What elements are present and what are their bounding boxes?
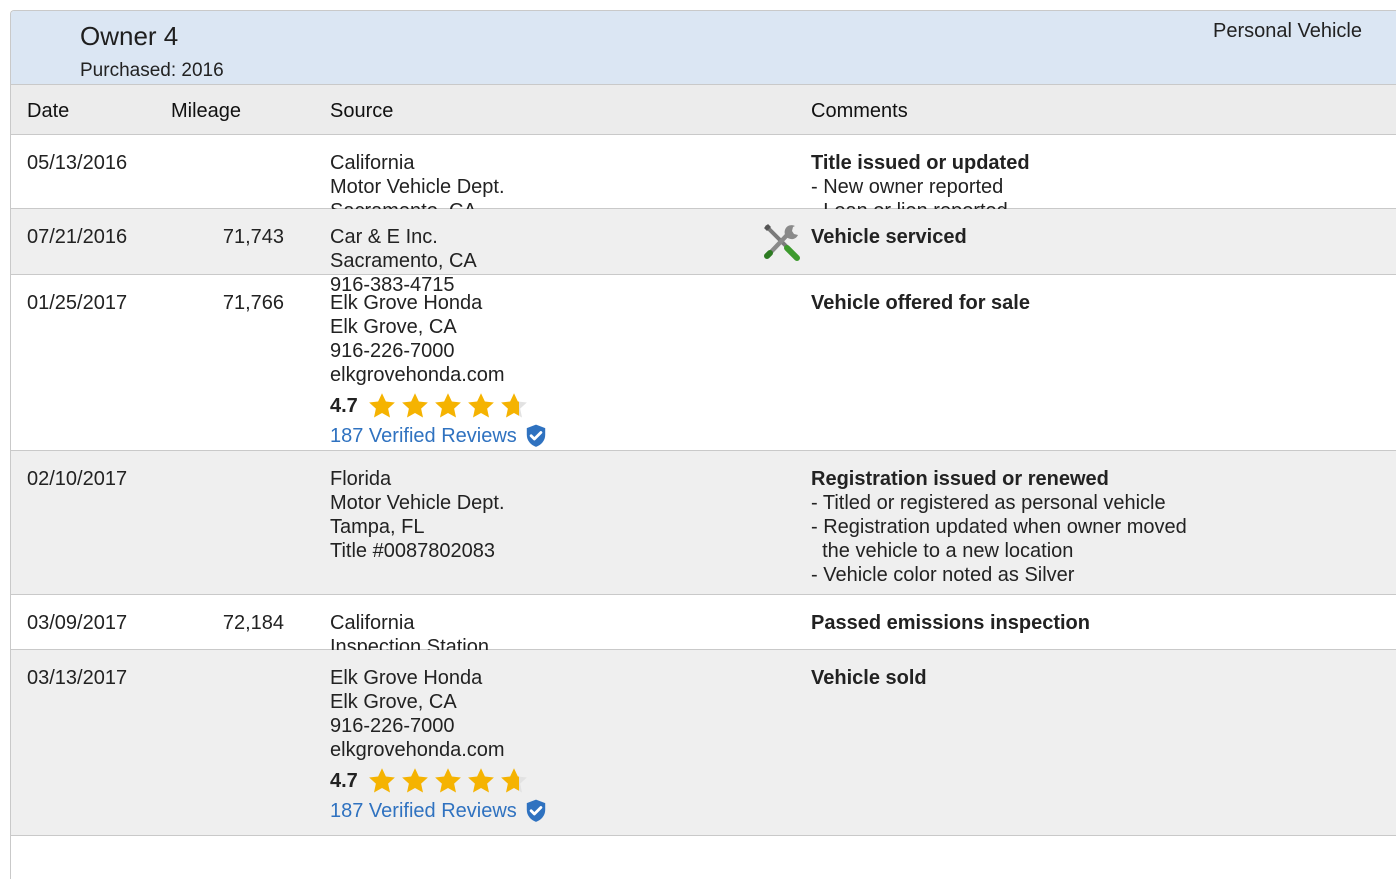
verified-reviews-link[interactable]: 187 Verified Reviews xyxy=(330,798,549,824)
source-line: Title #0087802083 xyxy=(330,540,495,562)
owner-vehicle-type: Personal Vehicle xyxy=(1213,20,1362,42)
comment-note: - Vehicle color noted as Silver xyxy=(811,564,1075,586)
source-line: Elk Grove Honda xyxy=(330,667,483,689)
table-row: 01/25/2017 71,766 Elk Grove Honda Elk Grove… xyxy=(11,275,1396,451)
comment-headline: Title issued or updated xyxy=(811,152,1030,174)
table-row: 07/21/2016 71,743 Car & E Inc. Sacramento, … xyxy=(11,209,1396,296)
comment-headline: Passed emissions inspection xyxy=(811,612,1090,634)
owner-header: Owner 4 Purchased: 2016 Personal Vehicle xyxy=(11,11,1396,85)
source-line: Elk Grove, CA xyxy=(330,316,457,338)
source-line: Tampa, FL xyxy=(330,516,425,538)
star-icon xyxy=(368,393,395,418)
source-line: elkgrovehonda.com xyxy=(330,364,505,386)
owner-history-panel: Owner 4 Purchased: 2016 Personal Vehicle… xyxy=(10,10,1396,879)
comment-headline: Vehicle sold xyxy=(811,667,927,689)
column-header-source: Source xyxy=(330,100,394,122)
owner-title: Owner 4 xyxy=(80,21,179,51)
rating-value: 4.7 xyxy=(330,770,358,792)
wrench-screwdriver-icon xyxy=(764,224,800,261)
source-line: elkgrovehonda.com xyxy=(330,739,505,761)
row-comments: Passed emissions inspection xyxy=(811,611,1090,635)
row-source: Elk Grove Honda Elk Grove, CA 916-226-7000… xyxy=(330,666,549,824)
owner-purchased-year: Purchased: 2016 xyxy=(80,60,224,81)
history-table-body: 05/13/2016CaliforniaMotor Vehicle Dept.S… xyxy=(11,135,1396,836)
star-rating xyxy=(366,766,530,796)
row-source: Elk Grove Honda Elk Grove, CA 916-226-7000… xyxy=(330,291,549,449)
rating-value: 4.7 xyxy=(330,395,358,417)
verified-shield-icon xyxy=(526,424,545,447)
row-mileage: 71,766 xyxy=(222,292,284,314)
row-date: 05/13/2016 xyxy=(27,152,128,174)
row-comments: Vehicle offered for sale xyxy=(811,291,1030,315)
source-line: Elk Grove, CA xyxy=(330,691,457,713)
star-icon xyxy=(434,393,461,418)
table-row: 05/13/2016CaliforniaMotor Vehicle Dept.S… xyxy=(11,135,1396,222)
source-line: 916-226-7000 xyxy=(330,715,455,737)
row-date: 03/13/2017 xyxy=(27,667,128,689)
table-row: 02/10/2017 Florida Motor Vehicle Dept. Tamp… xyxy=(11,451,1396,595)
comment-note: - Registration updated when owner moved xyxy=(811,516,1187,538)
dealer-rating: 4.7 xyxy=(330,766,549,796)
star-icon xyxy=(434,768,461,793)
source-line: Elk Grove Honda xyxy=(330,292,483,314)
star-icon xyxy=(401,393,428,418)
verified-reviews-link[interactable]: 187 Verified Reviews xyxy=(330,423,549,449)
comment-headline: Registration issued or renewed xyxy=(811,468,1109,490)
source-line: 916-226-7000 xyxy=(330,340,455,362)
row-comments: Vehicle sold xyxy=(811,666,927,690)
row-comments: Vehicle serviced xyxy=(811,225,967,249)
row-mileage: 71,743 xyxy=(222,226,284,248)
comment-note: - New owner reported xyxy=(811,176,1004,198)
star-icon xyxy=(467,393,494,418)
table-row: 03/09/2017 72,184 California Inspection Sta… xyxy=(11,595,1396,658)
column-header-date: Date xyxy=(27,100,70,122)
row-comments: Registration issued or renewed - Titled o… xyxy=(811,467,1187,587)
comment-headline: Vehicle offered for sale xyxy=(811,292,1030,314)
column-header-comments: Comments xyxy=(811,100,908,122)
source-line: Sacramento, CA xyxy=(330,250,477,272)
star-icon xyxy=(500,393,527,418)
row-mileage: 72,184 xyxy=(222,612,284,634)
star-icon xyxy=(500,768,527,793)
comment-headline: Vehicle serviced xyxy=(811,226,967,248)
source-line: California xyxy=(330,152,415,174)
table-row: 03/13/2017 Elk Grove Honda Elk Grove, CA 91… xyxy=(11,650,1396,836)
row-date: 02/10/2017 xyxy=(27,468,128,490)
comment-note: - Titled or registered as personal vehic… xyxy=(811,492,1166,514)
reviews-label[interactable]: 187 Verified Reviews xyxy=(330,424,517,448)
row-date: 03/09/2017 xyxy=(27,612,128,634)
source-line: Motor Vehicle Dept. xyxy=(330,176,505,198)
comment-note: the vehicle to a new location xyxy=(811,540,1074,562)
star-rating xyxy=(366,391,530,421)
table-header: Date Mileage Source Comments xyxy=(11,85,1396,135)
row-source: Florida Motor Vehicle Dept. Tampa, FL Title… xyxy=(330,467,505,563)
column-header-mileage: Mileage xyxy=(171,100,242,122)
source-line: Car & E Inc. xyxy=(330,226,438,248)
dealer-rating: 4.7 xyxy=(330,391,549,421)
source-line: California xyxy=(330,612,415,634)
star-icon xyxy=(401,768,428,793)
star-icon xyxy=(368,768,395,793)
row-date: 01/25/2017 xyxy=(27,292,128,314)
row-date: 07/21/2016 xyxy=(27,226,128,248)
source-line: Motor Vehicle Dept. xyxy=(330,492,505,514)
source-line: Florida xyxy=(330,468,392,490)
star-icon xyxy=(467,768,494,793)
reviews-label[interactable]: 187 Verified Reviews xyxy=(330,799,517,823)
verified-shield-icon xyxy=(526,799,545,822)
